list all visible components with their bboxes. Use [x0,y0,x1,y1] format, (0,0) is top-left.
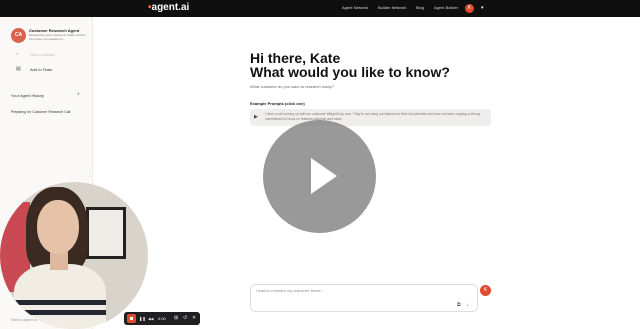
agent-avatar: CA [11,28,26,43]
recording-time: 0:00 [158,316,166,321]
search-icon[interactable]: ⌕ [77,91,80,97]
example-prompts-label: Example Prompts (click one) [250,101,305,106]
main-content: Hi there, Kate What would you like to kn… [93,17,640,329]
history-item[interactable]: Preparing for Customer Research Call [11,110,70,114]
rewind-icon[interactable]: ◀◀ [148,317,153,321]
example-prompt-text: I have a call coming up with our custome… [265,112,480,121]
restart-icon[interactable]: ↺ [183,315,187,321]
video-play-button[interactable] [263,120,376,233]
user-avatar[interactable]: K [465,4,474,13]
stop-recording-button[interactable] [127,314,136,323]
play-icon: ▶ [254,114,258,120]
team-icon: ▤ [16,66,21,72]
research-input-placeholder: I want to research my customer 'Acme'... [256,289,325,293]
logo-text: agent.ai [151,2,190,13]
attach-icon[interactable]: ⧉ [457,302,461,308]
nav-link-agent-builder[interactable]: Agent Builder [434,5,458,10]
sidebar-item-get-in-contact[interactable]: Get in contact [30,52,55,57]
grid-icon[interactable]: ⊞ [174,315,178,321]
nav-link-blog[interactable]: Blog [416,5,424,10]
sweater-stripe [14,310,106,315]
presenter-face [37,200,79,254]
nav-link-agent-network[interactable]: Agent Network [342,5,368,10]
chevron-down-icon[interactable]: ▾ [481,5,484,11]
greeting-subtitle: What would you like to know? [250,64,450,80]
sweater-stripe [14,300,106,305]
top-nav: •agent.ai Agent Network Builder Network … [0,0,640,17]
agent-description: Researches your customers drawn of their… [29,33,86,41]
presenter-sweater [14,264,106,329]
research-question: What customer do you want to research to… [250,84,334,89]
example-prompt-card[interactable]: ▶ I have a call coming up with our custo… [250,109,491,126]
background-picture-frame [86,207,126,259]
pause-icon[interactable]: ❚❚ [139,316,146,321]
research-input[interactable]: I want to research my customer 'Acme'...… [250,284,478,312]
history-title: Your Agent History [11,93,44,98]
webcam-bubble[interactable] [0,182,148,329]
microphone-icon[interactable]: ↓ [466,302,469,308]
sidebar-item-add-to-team[interactable]: Add to Team [30,67,52,72]
nav-link-builder-network[interactable]: Builder Network [378,5,406,10]
play-icon [311,158,337,194]
logo[interactable]: •agent.ai [148,2,189,13]
recording-controls: ❚❚ ◀◀ 0:00 ⊞ ↺ ✕ [124,312,200,325]
contact-icon: ● [16,51,20,57]
sidebar-resize-handle[interactable]: ⋮ [87,172,92,178]
close-icon[interactable]: ✕ [192,315,196,321]
send-button[interactable]: K [480,285,491,296]
